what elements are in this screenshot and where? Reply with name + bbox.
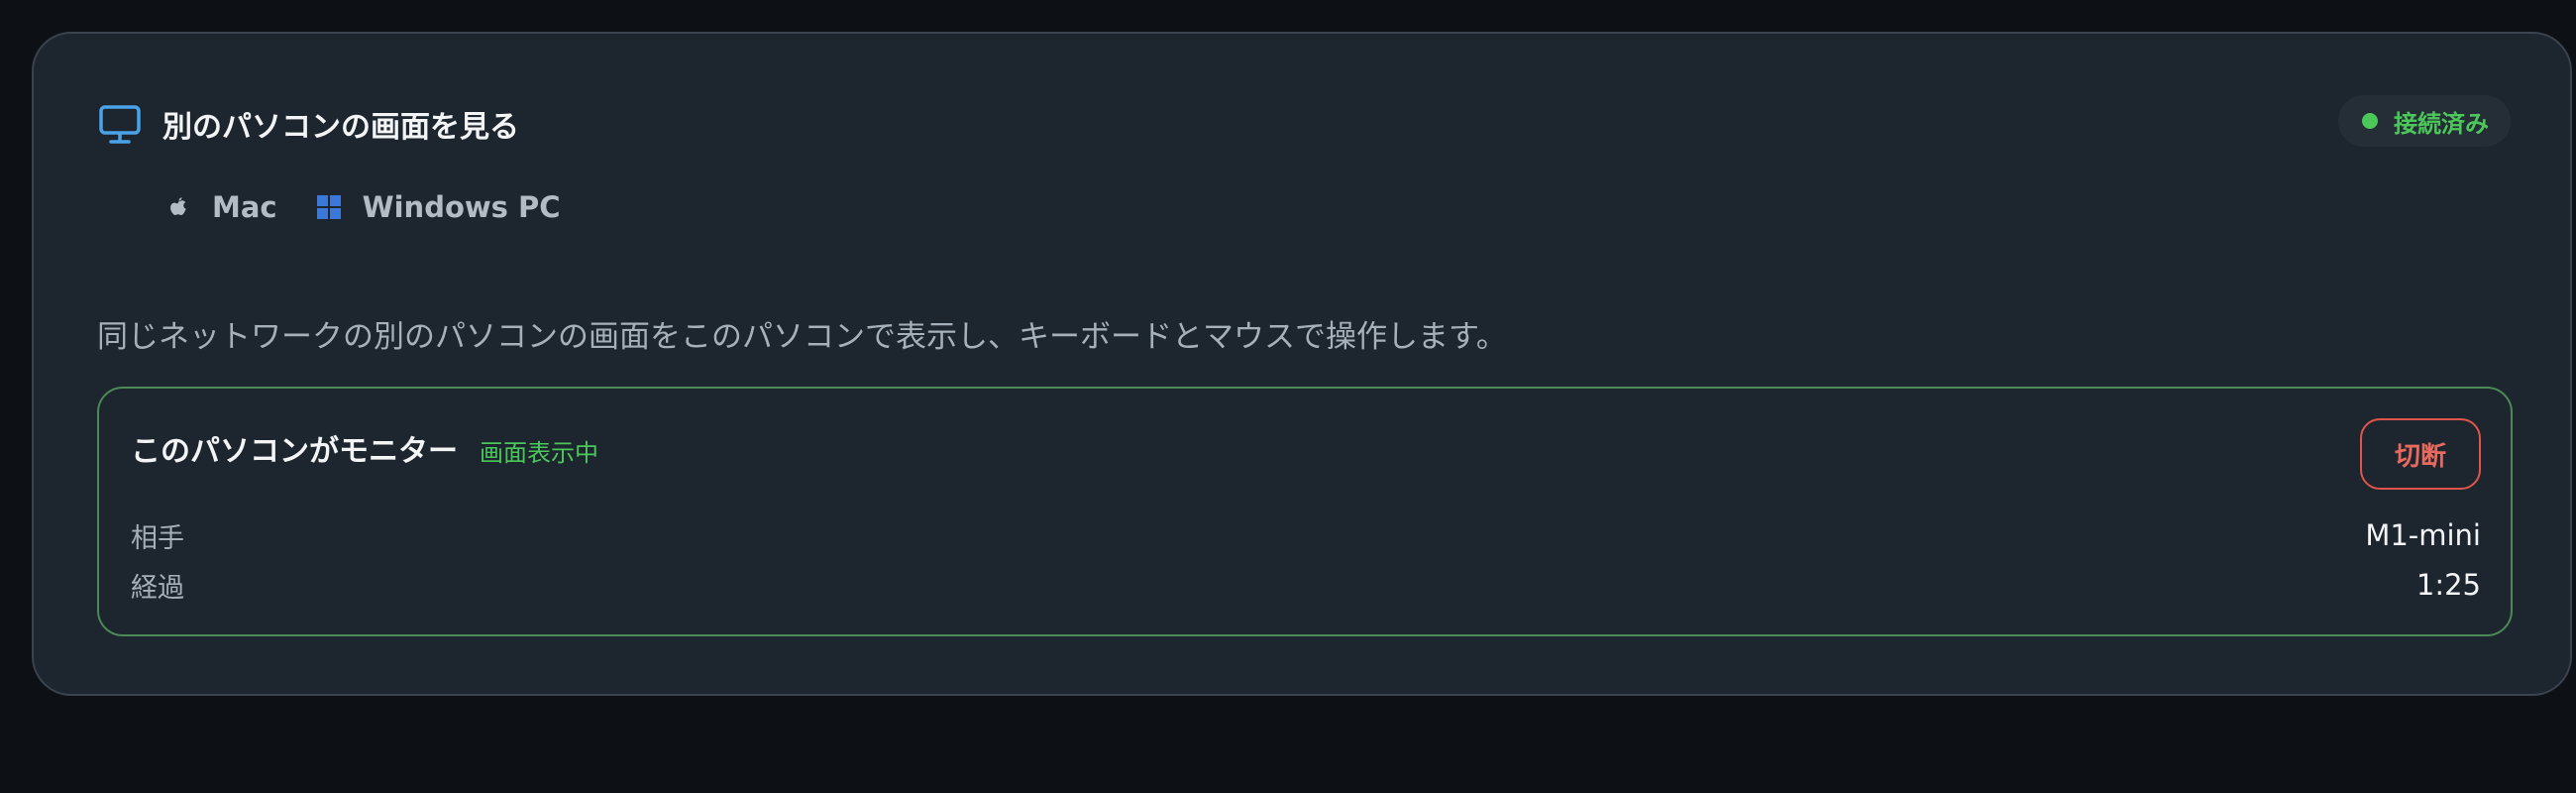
feature-description: 同じネットワークの別のパソコンの画面をこのパソコンで表示し、キーボードとマウスで… (97, 319, 1507, 355)
remote-view-card: 別のパソコンの画面を見る 接続済み Mac Windows PC 同じネットワー… (32, 32, 2572, 696)
monitor-icon (97, 101, 143, 147)
card-title: 別のパソコンの画面を見る (162, 110, 519, 145)
peer-value: M1-mini (2365, 518, 2481, 552)
platform-label-windows: Windows PC (362, 190, 561, 224)
session-title: このパソコンがモニター (131, 434, 458, 469)
windows-icon (315, 193, 343, 221)
session-header: このパソコンがモニター 画面表示中 (131, 426, 598, 470)
platform-mac: Mac (164, 190, 277, 224)
session-status-text: 画面表示中 (480, 439, 598, 467)
active-session-panel: このパソコンがモニター 画面表示中 切断 相手 M1-mini 経過 1:25 (97, 387, 2513, 636)
session-row-elapsed: 経過 1:25 (131, 565, 2481, 605)
connection-status-text: 接続済み (2394, 109, 2489, 138)
platform-label-mac: Mac (212, 190, 277, 224)
disconnect-button[interactable]: 切断 (2360, 418, 2481, 490)
connection-status-badge: 接続済み (2338, 95, 2511, 147)
session-row-peer: 相手 M1-mini (131, 515, 2481, 555)
elapsed-label: 経過 (131, 572, 184, 604)
apple-icon (164, 193, 192, 221)
platform-windows: Windows PC (315, 190, 561, 224)
peer-label: 相手 (131, 522, 184, 554)
elapsed-value: 1:25 (2415, 568, 2481, 602)
supported-platforms: Mac Windows PC (164, 184, 598, 230)
card-header: 別のパソコンの画面を見る (97, 101, 519, 147)
status-dot-icon (2362, 113, 2378, 129)
